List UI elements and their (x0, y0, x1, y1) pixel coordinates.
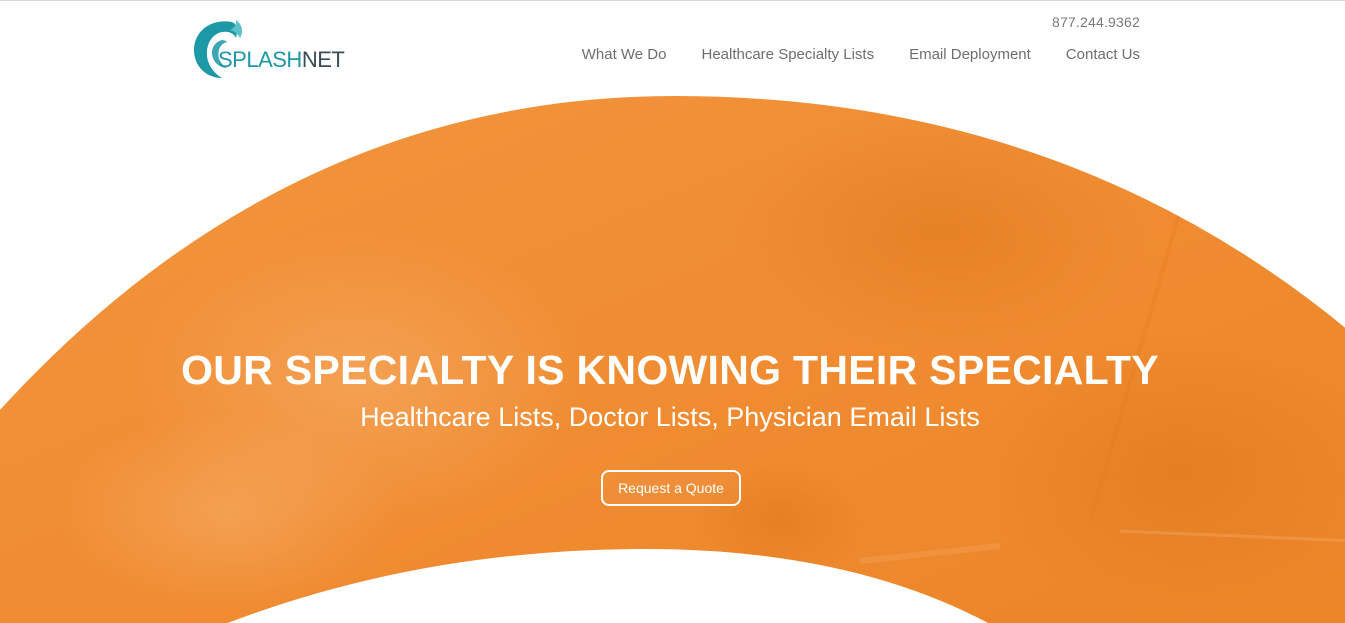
nav-item-email-deployment[interactable]: Email Deployment (909, 46, 1031, 63)
logo-word-net: NET (301, 47, 345, 72)
nav-item-healthcare-specialty-lists[interactable]: Healthcare Specialty Lists (701, 46, 874, 63)
logo-wordmark: SPLASHNET (218, 47, 345, 72)
site-header: SPLASHNET 877.244.9362 What We Do Health… (0, 1, 1345, 93)
hero-subheadline: Healthcare Lists, Doctor Lists, Physicia… (360, 402, 980, 432)
hero-content: OUR SPECIALTY IS KNOWING THEIR SPECIALTY… (0, 1, 1345, 623)
hero-headline: OUR SPECIALTY IS KNOWING THEIR SPECIALTY (181, 347, 1159, 393)
phone-number[interactable]: 877.244.9362 (1052, 14, 1140, 30)
request-quote-button[interactable]: Request a Quote (601, 470, 741, 506)
nav-item-contact-us[interactable]: Contact Us (1066, 46, 1140, 63)
logo[interactable]: SPLASHNET (192, 16, 352, 80)
logo-word-splash: SPLASH (218, 47, 302, 72)
page: SPLASHNET 877.244.9362 What We Do Health… (0, 0, 1345, 623)
nav-item-what-we-do[interactable]: What We Do (582, 46, 667, 63)
main-nav: What We Do Healthcare Specialty Lists Em… (582, 46, 1140, 63)
